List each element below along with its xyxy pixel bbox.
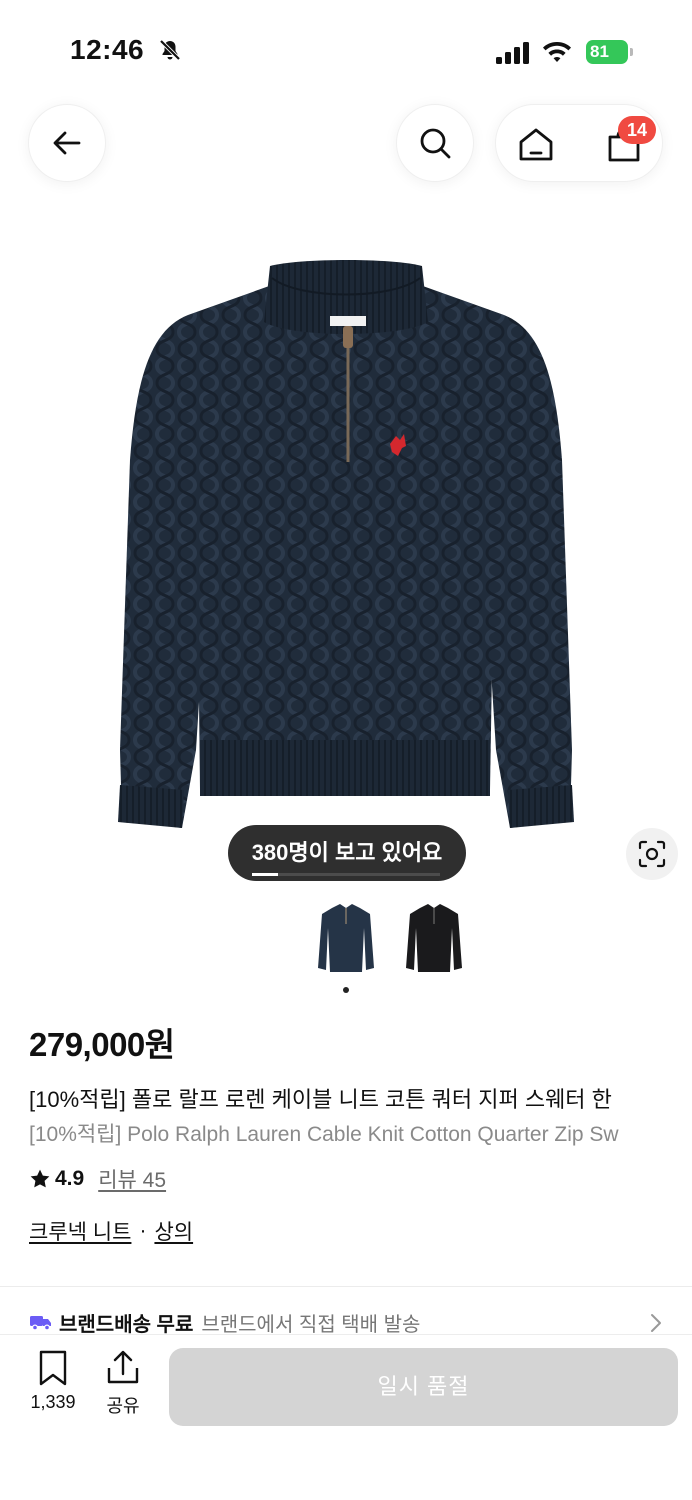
category-breadcrumb: 크루넥 니트 · 상의 [29, 1216, 193, 1246]
thumbnail-indicator-dot [343, 987, 349, 993]
visual-search-button[interactable] [626, 828, 678, 880]
camera-search-icon [638, 840, 666, 868]
status-bar: 12:46 81 [0, 0, 692, 100]
viewers-text: 380명이 보고 있어요 [251, 840, 443, 865]
share-label: 공유 [106, 1396, 140, 1416]
search-icon [420, 128, 451, 159]
truck-icon [30, 1316, 51, 1331]
image-progress-track [252, 873, 440, 876]
wishlist-button[interactable]: 1,339 [22, 1350, 84, 1413]
product-main-image[interactable] [0, 230, 692, 890]
battery-level: 81 [586, 40, 628, 64]
bell-muted-icon [159, 39, 181, 61]
product-title-korean: [10%적립] 폴로 랄프 로렌 케이블 니트 코튼 쿼터 지퍼 스웨터 한 [29, 1087, 612, 1112]
image-progress-fill [252, 873, 279, 876]
category-link-knit[interactable]: 크루넥 니트 [29, 1216, 131, 1246]
bookmark-icon [39, 1350, 67, 1386]
share-icon [107, 1350, 139, 1384]
cart-count-badge: 14 [618, 116, 656, 144]
product-title-english: [10%적립] Polo Ralph Lauren Cable Knit Cot… [29, 1123, 619, 1146]
rating-value: 4.9 [55, 1167, 85, 1190]
arrow-left-icon [53, 131, 81, 155]
battery-cap [630, 48, 633, 56]
delivery-title: 브랜드배송 무료 [59, 1313, 194, 1336]
battery-indicator: 81 [586, 40, 634, 64]
home-button[interactable] [512, 121, 560, 169]
status-time: 12:46 [70, 34, 145, 65]
thumbnail-navy[interactable] [310, 898, 382, 982]
wishlist-count: 1,339 [30, 1392, 76, 1412]
category-separator: · [139, 1219, 147, 1242]
category-link-top[interactable]: 상의 [154, 1216, 193, 1246]
share-button[interactable]: 공유 [100, 1350, 146, 1418]
home-icon [519, 128, 553, 161]
delivery-subtitle: 브랜드에서 직접 택배 발송 [201, 1313, 421, 1336]
wifi-icon [543, 42, 571, 62]
soldout-button[interactable]: 일시 품절 [169, 1348, 678, 1426]
cellular-signal-icon [496, 42, 529, 64]
thumbnail-black[interactable] [398, 898, 470, 982]
star-icon [30, 1169, 50, 1188]
back-button[interactable] [28, 104, 106, 182]
chevron-right-icon [651, 1314, 661, 1332]
product-price: 279,000원 [29, 1026, 175, 1063]
section-divider [0, 1286, 692, 1287]
search-button[interactable] [396, 104, 474, 182]
rating-row: 4.9 리뷰 45 [29, 1165, 166, 1193]
review-count-link[interactable]: 리뷰 45 [98, 1164, 166, 1194]
